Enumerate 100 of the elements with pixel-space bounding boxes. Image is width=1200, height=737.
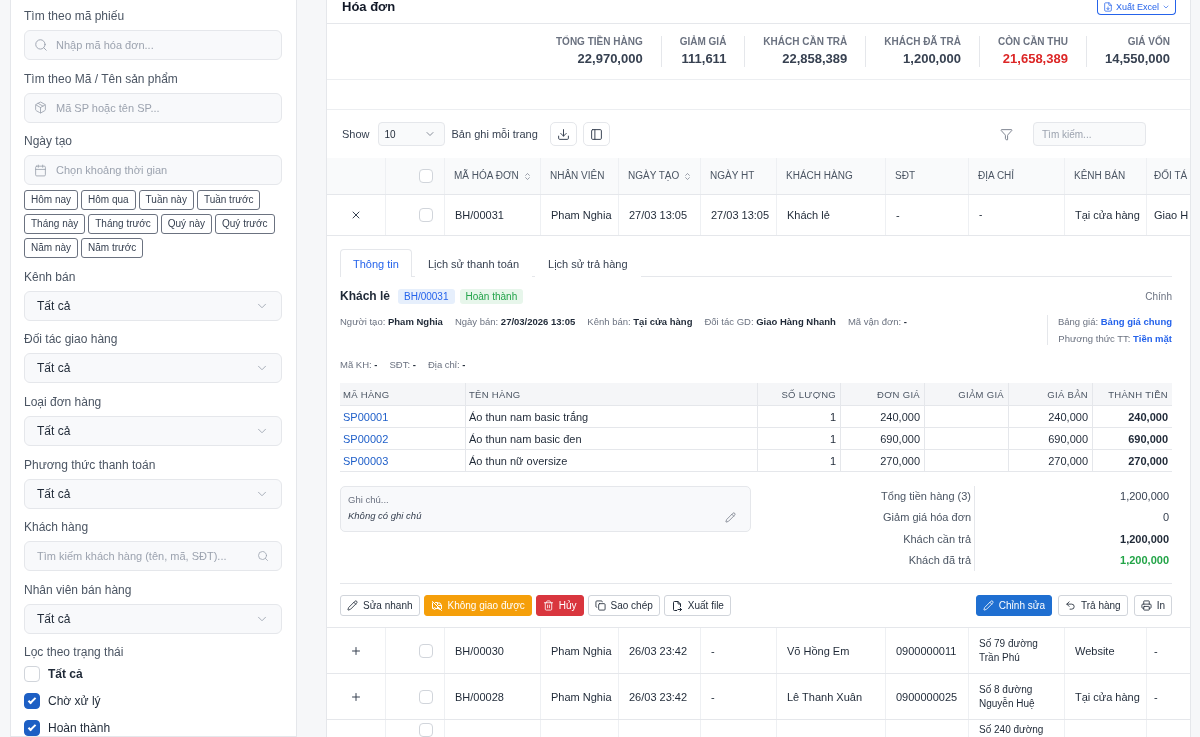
column-header[interactable]: NGÀY TẠO bbox=[618, 158, 700, 194]
plus-icon[interactable] bbox=[350, 644, 362, 657]
table-cell: 1 bbox=[757, 428, 840, 449]
download-button[interactable] bbox=[549, 122, 577, 146]
columns-button[interactable] bbox=[582, 122, 610, 146]
table-cell: - bbox=[885, 195, 968, 235]
trash-icon bbox=[542, 600, 554, 611]
page-size-select[interactable]: 10 bbox=[377, 122, 445, 146]
sort-icon[interactable] bbox=[522, 171, 532, 181]
filter-select[interactable]: Tất cả bbox=[24, 478, 282, 509]
field-label: Lọc theo trạng thái bbox=[24, 645, 125, 660]
date-preset-chip[interactable]: Năm trước bbox=[81, 238, 144, 259]
product-link[interactable]: SP00001 bbox=[343, 410, 389, 423]
customer-search-field[interactable]: Tìm kiếm khách hàng (tên, mã, SĐT)... bbox=[24, 541, 282, 572]
stat-label: GIẢM GIÁ bbox=[679, 36, 727, 48]
table-cell: Áo thun nam basic trắng bbox=[465, 406, 757, 427]
panel-icon bbox=[589, 127, 603, 141]
table-cell: Số 79 đường Trần Phú bbox=[968, 628, 1064, 673]
row-checkbox[interactable] bbox=[419, 208, 433, 222]
export-file-button[interactable]: Xuất file bbox=[663, 595, 731, 616]
export-button[interactable]: Xuất Excel bbox=[1096, 0, 1176, 15]
table-cell: 270,000 bbox=[1092, 450, 1172, 471]
date-preset-chip[interactable]: Hôm nay bbox=[24, 190, 78, 211]
table-cell: BH/00030 bbox=[444, 628, 540, 673]
invoice-search-field[interactable]: Nhập mã hóa đơn... bbox=[24, 30, 282, 60]
table-cell: Số 240 đường bbox=[968, 720, 1064, 737]
table-cell: 270,000 bbox=[840, 450, 924, 471]
date-preset-chip[interactable]: Quý trước bbox=[215, 214, 275, 235]
column-header[interactable]: MÃ HÓA ĐƠN bbox=[444, 158, 540, 194]
show-label: Show bbox=[342, 128, 370, 140]
table-cell: - bbox=[700, 628, 776, 673]
column-header: NHÂN VIÊN bbox=[540, 158, 618, 194]
checkbox[interactable] bbox=[24, 693, 40, 710]
table-cell: 0900000025 bbox=[885, 674, 968, 719]
customer-name: Khách lẻ bbox=[340, 289, 390, 303]
total-value: 0 bbox=[1161, 510, 1170, 526]
table-cell: 26/03 23:42 bbox=[618, 628, 700, 673]
stat-label: KHÁCH ĐÃ TRẢ bbox=[884, 36, 961, 48]
copy-icon bbox=[594, 600, 606, 611]
date-preset-chip[interactable]: Quý này bbox=[160, 214, 212, 235]
row-checkbox[interactable] bbox=[419, 723, 433, 737]
date-preset-chip[interactable]: Tuần này bbox=[138, 190, 194, 211]
page-title: Hóa đơn bbox=[342, 0, 396, 13]
table-cell: Pham Nghia bbox=[540, 674, 618, 719]
return-button[interactable]: Trả hàng bbox=[1058, 595, 1128, 616]
date-preset-chip[interactable]: Năm này bbox=[24, 238, 78, 259]
plus-icon[interactable] bbox=[350, 690, 362, 703]
date-preset-chip[interactable]: Tháng này bbox=[24, 214, 86, 235]
product-search-field[interactable]: Mã SP hoặc tên SP... bbox=[24, 92, 282, 123]
pencil-icon bbox=[347, 600, 358, 611]
stat-label: GIÁ VỐN bbox=[1127, 36, 1170, 48]
table-cell: 690,000 bbox=[1008, 428, 1092, 449]
column-header: NGÀY HT bbox=[700, 158, 776, 194]
quick-edit-button[interactable]: Sửa nhanh bbox=[340, 595, 420, 616]
field-label: Phương thức thanh toán bbox=[24, 457, 157, 472]
stat-value: 22,858,389 bbox=[782, 51, 848, 67]
sort-icon[interactable] bbox=[683, 171, 693, 181]
date-range-field[interactable]: Chọn khoảng thời gian bbox=[24, 155, 282, 186]
date-preset-chip[interactable]: Tháng trước bbox=[88, 214, 158, 235]
table-cell: 1 bbox=[757, 450, 840, 471]
date-preset-chip[interactable]: Hôm qua bbox=[81, 190, 136, 211]
cancel-button[interactable]: Hủy bbox=[535, 595, 584, 616]
copy-button[interactable]: Sao chép bbox=[587, 595, 660, 616]
print-button[interactable]: In bbox=[1133, 595, 1172, 616]
invoice-code-badge: BH/00031 bbox=[398, 288, 455, 304]
tab[interactable]: Thông tin bbox=[340, 249, 412, 277]
info-item: Ngày bán: 27/03/2026 13:05 bbox=[454, 315, 576, 328]
search-field[interactable]: Tìm kiếm... bbox=[1033, 122, 1146, 146]
select-all-checkbox[interactable] bbox=[419, 169, 433, 183]
filter-select[interactable]: Tất cả bbox=[24, 353, 282, 384]
note-box[interactable]: Ghi chú... Không có ghi chú bbox=[340, 486, 751, 532]
product-link[interactable]: SP00003 bbox=[343, 454, 389, 467]
per-page-label: Bản ghi mỗi trang bbox=[451, 128, 538, 140]
column-header: ĐƠN GIÁ bbox=[840, 383, 924, 405]
field-label: Đối tác giao hàng bbox=[24, 332, 119, 347]
table-cell: 26/03 23:42 bbox=[618, 674, 700, 719]
field-label: Tìm theo Mã / Tên sản phẩm bbox=[24, 71, 179, 86]
filter-select[interactable]: Tất cả bbox=[24, 415, 282, 446]
pencil-icon[interactable] bbox=[725, 512, 736, 523]
stat-label: CÒN CẦN THU bbox=[997, 36, 1068, 48]
date-preset-chip[interactable]: Tuần trước bbox=[196, 190, 261, 211]
note-label: Ghi chú... bbox=[348, 493, 390, 506]
edit-button[interactable]: Chỉnh sửa bbox=[975, 595, 1052, 616]
field-label: Khách hàng bbox=[24, 520, 90, 535]
close-icon[interactable] bbox=[350, 209, 362, 221]
checkbox[interactable] bbox=[24, 720, 40, 736]
table-cell: Giao H bbox=[1146, 195, 1190, 235]
row-checkbox[interactable] bbox=[419, 689, 433, 704]
filter-select[interactable]: Tất cả bbox=[24, 603, 282, 634]
table-cell: 240,000 bbox=[840, 406, 924, 427]
file-export-icon bbox=[670, 599, 683, 612]
checkbox-label: Hoàn thành bbox=[48, 720, 111, 736]
filter-select[interactable]: Tất cả bbox=[24, 290, 282, 321]
info-item: Bảng giá: Bảng giá chung bbox=[1057, 315, 1172, 328]
filter-icon[interactable] bbox=[1000, 127, 1013, 141]
product-link[interactable]: SP00002 bbox=[343, 432, 389, 445]
column-header: ĐỊA CHỈ bbox=[968, 158, 1064, 194]
column-header: MÃ HÀNG bbox=[342, 387, 391, 402]
table-cell: - bbox=[700, 674, 776, 719]
row-checkbox[interactable] bbox=[419, 643, 433, 658]
